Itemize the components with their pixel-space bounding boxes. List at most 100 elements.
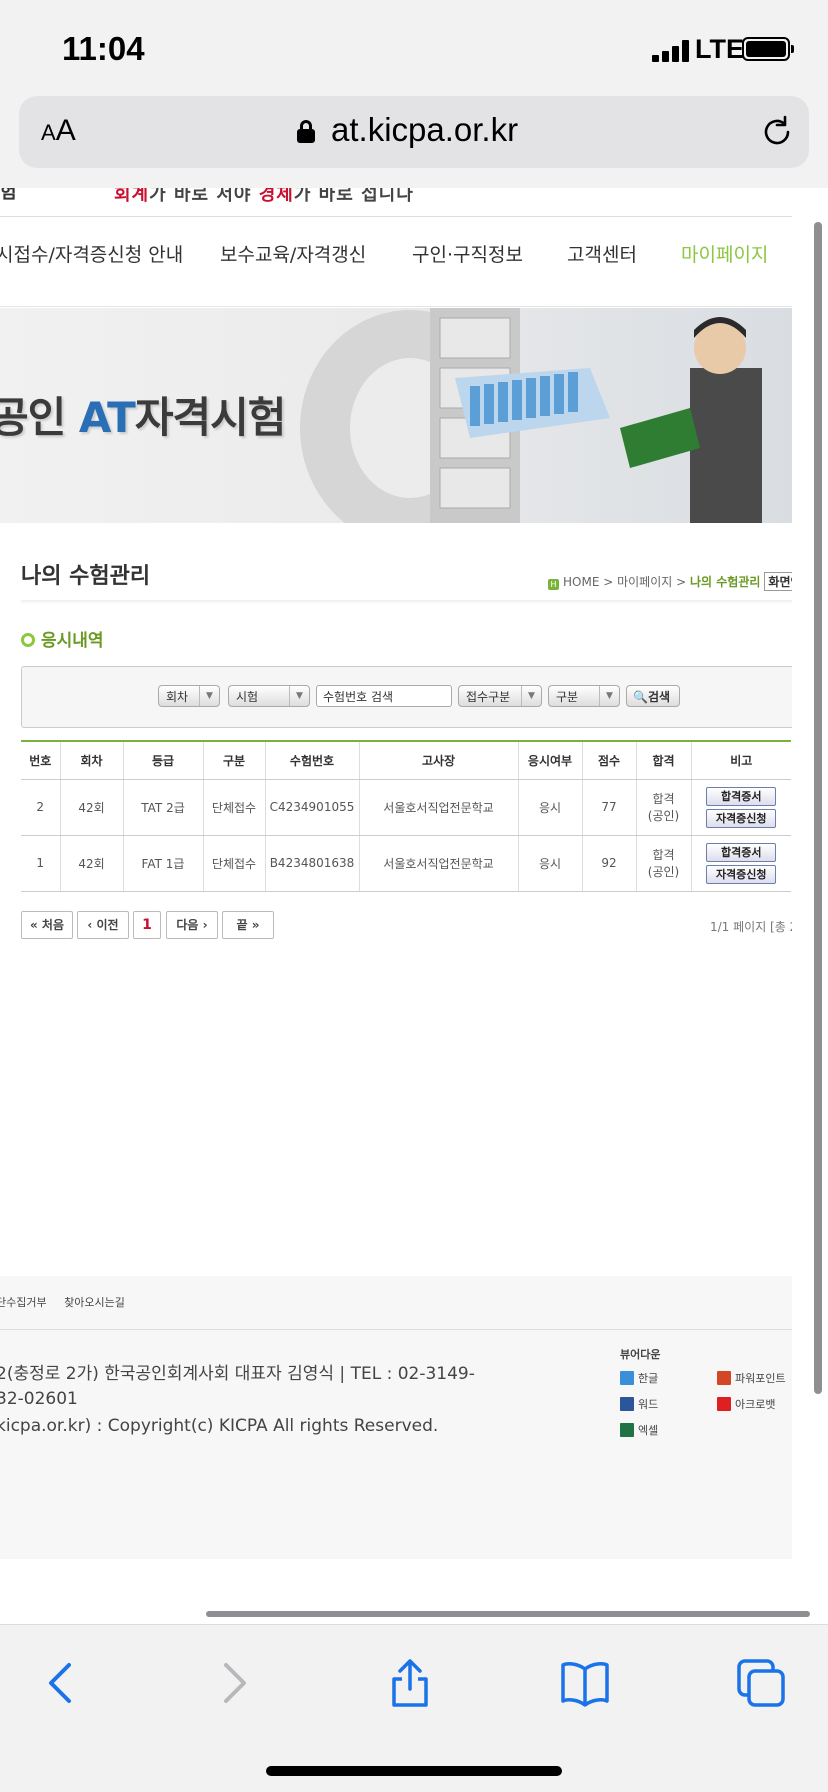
back-icon[interactable] [33, 1655, 89, 1711]
viewer-download: 뷰어다운 한글 파워포인트 워드 아크로뱃 엑셀 [620, 1346, 792, 1456]
footer: 단수집거부 찾아오시는길 2(충정로 2가) 한국공인회계사회 대표자 김영식 … [0, 1276, 792, 1559]
vertical-scrollbar[interactable] [814, 222, 822, 1394]
address-bar[interactable]: AA at.kicpa.or.kr [19, 96, 809, 168]
footer-address: 2(충정로 2가) 한국공인회계사회 대표자 김영식 | TEL : 02-31… [0, 1364, 475, 1409]
actions-cell: 합격증서 자격증신청 [691, 835, 791, 892]
license-apply-button[interactable]: 자격증신청 [706, 808, 777, 828]
bookmarks-icon[interactable] [557, 1655, 613, 1711]
actions-cell: 합격증서 자격증신청 [691, 779, 791, 836]
tabs-icon[interactable] [733, 1655, 789, 1711]
exam-number-input[interactable]: 수험번호 검색 [316, 685, 452, 707]
status-time: 11:04 [62, 30, 145, 67]
footer-link-directions[interactable]: 찾아오시는길 [64, 1296, 125, 1309]
chevron-down-icon: ▼ [599, 686, 619, 706]
table-header-row: 번호 회차 등급 구분 수험번호 고사장 응시여부 점수 합격 비고 [21, 740, 791, 780]
col-header: 합격 [636, 740, 692, 780]
chevron-down-icon: ▼ [199, 686, 219, 706]
prev-page-button[interactable]: ‹ 이전 [77, 911, 129, 939]
network-label: LTE [695, 34, 744, 64]
col-header: 번호 [21, 740, 61, 780]
footer-link-email-refuse[interactable]: 단수집거부 [0, 1296, 47, 1309]
nav-jobs[interactable]: 구인·구직정보 [412, 240, 523, 267]
round-select[interactable]: 회차 ▼ [158, 685, 220, 707]
hero-banner: 공인 AT자격시험 [0, 308, 792, 523]
chevron-down-icon: ▼ [289, 686, 309, 706]
viewer-excel[interactable]: 엑셀 [620, 1422, 658, 1438]
search-icon: 🔍 [633, 690, 648, 704]
share-icon[interactable] [382, 1655, 438, 1711]
pass-status: 합격 (공인) [636, 779, 692, 836]
col-header: 구분 [203, 740, 266, 780]
section-title: 응시내역 [21, 626, 104, 651]
browser-address-area: AA at.kicpa.or.kr [0, 90, 828, 188]
excel-icon [620, 1423, 634, 1437]
last-page-button[interactable]: 끝 » [222, 911, 274, 939]
print-button[interactable]: 화면인 [764, 572, 792, 591]
header-slogan: 회계가 바로 서야 경제가 바로 섭니다 [114, 188, 414, 205]
hwp-icon [620, 1371, 634, 1385]
url-text[interactable]: at.kicpa.or.kr [331, 111, 518, 149]
footer-copyright: kicpa.or.kr) : Copyright(c) KICPA All ri… [0, 1416, 439, 1436]
nav-exam-apply[interactable]: 시접수/자격증신청 안내 [0, 240, 183, 267]
exam-history-table: 번호 회차 등급 구분 수험번호 고사장 응시여부 점수 합격 비고 2 42회… [21, 740, 791, 892]
col-header: 회차 [60, 740, 124, 780]
word-icon [620, 1397, 634, 1411]
powerpoint-icon [717, 1371, 731, 1385]
viewer-hwp[interactable]: 한글 [620, 1370, 658, 1386]
pass-status: 합격 (공인) [636, 835, 692, 892]
signal-icon [652, 40, 692, 62]
reader-text-size-button[interactable]: AA [41, 114, 76, 148]
footer-links: 단수집거부 찾아오시는길 [0, 1294, 139, 1310]
receipt-type-select[interactable]: 접수구분 ▼ [458, 685, 542, 707]
reload-icon[interactable] [759, 114, 795, 150]
next-page-button[interactable]: 다음 › [166, 911, 218, 939]
exam-select[interactable]: 시험 ▼ [228, 685, 310, 707]
lock-icon [297, 120, 315, 143]
certificate-button[interactable]: 합격증서 [706, 842, 777, 862]
page-number-current[interactable]: 1 [133, 911, 161, 939]
search-panel: 회차 ▼ 시험 ▼ 수험번호 검색 접수구분 ▼ 구분 ▼ 🔍검색 [21, 666, 792, 728]
page-info: 1/1 페이지 [총 2 [710, 920, 792, 934]
license-apply-button[interactable]: 자격증신청 [706, 864, 777, 884]
header-divider [0, 216, 792, 217]
col-header: 응시여부 [518, 740, 583, 780]
certificate-button[interactable]: 합격증서 [706, 786, 777, 806]
home-indicator [266, 1766, 562, 1776]
viewer-word[interactable]: 워드 [620, 1396, 658, 1412]
banner-title: 공인 AT자격시험 [0, 393, 286, 442]
acrobat-icon [717, 1397, 731, 1411]
col-header: 비고 [691, 740, 791, 780]
browser-toolbar [0, 1624, 828, 1792]
chevron-down-icon: ▼ [521, 686, 541, 706]
nav-education[interactable]: 보수교육/자격갱신 [220, 240, 366, 267]
horizontal-scrollbar[interactable] [206, 1611, 810, 1617]
site-header-cut: 험 회계가 바로 서야 경제가 바로 섭니다 [0, 188, 792, 216]
col-header: 등급 [123, 740, 204, 780]
viewer-powerpoint[interactable]: 파워포인트 [717, 1370, 786, 1386]
footer-divider [0, 1329, 792, 1330]
nav-support[interactable]: 고객센터 [567, 240, 637, 267]
header-cut-text: 험 [0, 188, 17, 203]
table-row: 1 42회 FAT 1급 단체접수 B4234801638 서울호서직업전문학교… [21, 835, 791, 892]
forward-icon[interactable] [206, 1655, 262, 1711]
nav-divider [0, 306, 792, 307]
battery-icon [742, 37, 794, 61]
search-button[interactable]: 🔍검색 [626, 685, 680, 707]
circle-icon [21, 633, 35, 647]
category-select[interactable]: 구분 ▼ [548, 685, 620, 707]
nav-mypage[interactable]: 마이페이지 [681, 240, 768, 267]
main-nav: 시접수/자격증신청 안내 보수교육/자격갱신 구인·구직정보 고객센터 마이페이… [0, 240, 792, 290]
status-bar: 11:04 LTE [0, 0, 828, 90]
home-icon: H [548, 579, 559, 590]
col-header: 점수 [582, 740, 637, 780]
banner-illustration [300, 308, 762, 523]
page-title: 나의 수험관리 [21, 564, 151, 589]
first-page-button[interactable]: « 처음 [21, 911, 73, 939]
col-header: 수험번호 [265, 740, 360, 780]
viewer-title: 뷰어다운 [620, 1348, 661, 1361]
table-row: 2 42회 TAT 2급 단체접수 C4234901055 서울호서직업전문학교… [21, 779, 791, 836]
breadcrumb: HHOME > 마이페이지 > 나의 수험관리화면인 [548, 572, 792, 591]
viewer-acrobat[interactable]: 아크로뱃 [717, 1396, 775, 1412]
col-header: 고사장 [359, 740, 519, 780]
title-divider [21, 600, 792, 604]
